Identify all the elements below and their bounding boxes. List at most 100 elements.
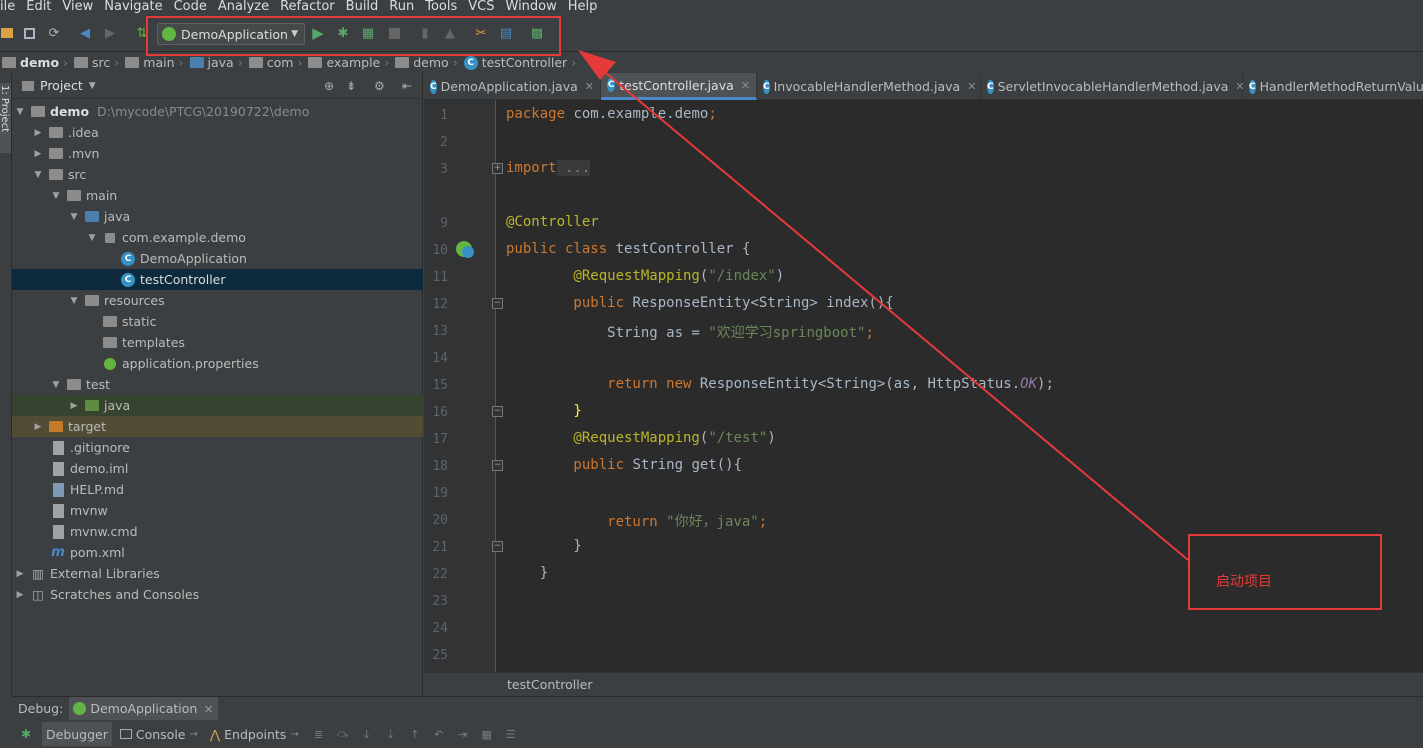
menu-analyze[interactable]: Analyze (213, 0, 275, 14)
tree-item-templates[interactable]: templates (12, 332, 423, 353)
menu-help[interactable]: Help (563, 0, 604, 14)
tree-item-scratches[interactable]: ▶ ◫ Scratches and Consoles (12, 584, 423, 605)
drop-frame-icon[interactable]: ↶ (432, 727, 446, 741)
tree-item-src[interactable]: ▼ src (12, 164, 423, 185)
close-icon[interactable]: ✕ (585, 80, 594, 93)
force-step-into-icon[interactable]: ⇣ (384, 727, 398, 741)
tree-item-pom-xml[interactable]: m pom.xml (12, 542, 423, 563)
project-view-select[interactable]: Project (40, 78, 83, 93)
close-icon[interactable]: × (203, 701, 213, 716)
forward-arrow-icon[interactable]: ▶ (101, 24, 119, 42)
tree-item-testcontroller[interactable]: C testController (12, 269, 423, 290)
tab-handlermethodreturnvalue[interactable]: C HandlerMethodReturnValu (1243, 73, 1423, 100)
show-execution-point-icon[interactable]: ≣ (312, 727, 326, 741)
fold-collapse-icon[interactable]: − (492, 298, 503, 309)
tree-item-application-properties[interactable]: application.properties (12, 353, 423, 374)
menu-view[interactable]: View (57, 0, 99, 14)
tree-item-main[interactable]: ▼ main (12, 185, 423, 206)
class-icon: C (463, 55, 478, 70)
menu-window[interactable]: Window (501, 0, 563, 14)
editor-crumb[interactable]: testController (507, 677, 593, 692)
breadcrumb-testcontroller[interactable]: CtestController › (463, 55, 576, 70)
back-arrow-icon[interactable]: ◀ (76, 24, 94, 42)
step-over-icon[interactable]: ⤼ (336, 727, 350, 741)
editor-tabs: C DemoApplication.java ✕ C testControlle… (424, 73, 1423, 100)
tab-endpoints[interactable]: ⋀ Endpoints → (206, 722, 303, 746)
project-tool-tab[interactable]: 1: Project (0, 83, 11, 153)
collapse-all-icon[interactable]: ⇟ (346, 79, 356, 93)
file-icon (50, 524, 66, 539)
fold-collapse-icon[interactable]: − (492, 541, 503, 552)
editor-breadcrumb-bar: testController (424, 672, 1423, 696)
chevron-down-icon[interactable]: ▼ (89, 81, 96, 91)
gear-icon[interactable]: ⚙ (374, 79, 385, 93)
tree-item-target[interactable]: ▶ target (12, 416, 423, 437)
tree-item-demoapplication[interactable]: C DemoApplication (12, 248, 423, 269)
line-number: 1 (440, 108, 448, 123)
tree-item-external-libraries[interactable]: ▶ ▥ External Libraries (12, 563, 423, 584)
menu-build[interactable]: Build (341, 0, 385, 14)
debug-bug-icon[interactable]: ✱ (18, 726, 34, 742)
tree-item-package[interactable]: ▼ com.example.demo (12, 227, 423, 248)
close-icon[interactable]: ✕ (967, 80, 976, 93)
tree-item-static[interactable]: static (12, 311, 423, 332)
menu-edit[interactable]: Edit (21, 0, 57, 14)
tree-item-help-md[interactable]: HELP.md (12, 479, 423, 500)
tab-debugger[interactable]: Debugger (42, 722, 112, 746)
fold-expand-icon[interactable]: + (492, 163, 503, 174)
evaluate-icon[interactable]: ▦ (480, 727, 494, 741)
open-folder-icon[interactable] (0, 24, 16, 42)
save-icon[interactable] (20, 24, 38, 42)
breadcrumb-java[interactable]: java › (189, 55, 243, 70)
menu-vcs[interactable]: VCS (463, 0, 500, 14)
run-to-cursor-icon[interactable]: ⇥ (456, 727, 470, 741)
breadcrumb-main[interactable]: main › (125, 55, 184, 70)
menu-refactor[interactable]: Refactor (275, 0, 341, 14)
tree-item-mvn[interactable]: ▶ .mvn (12, 143, 423, 164)
code-line-10: public class testController { (506, 241, 751, 257)
line-number: 14 (432, 351, 448, 366)
debug-session-tab[interactable]: DemoApplication × (69, 696, 218, 721)
spring-boot-icon (73, 702, 87, 715)
menu-file[interactable]: ile (0, 0, 21, 14)
tab-invocablehandlermethod[interactable]: C InvocableHandlerMethod.java ✕ (757, 73, 981, 100)
fold-collapse-icon[interactable]: − (492, 406, 503, 417)
breadcrumb-com[interactable]: com › (248, 55, 302, 70)
tab-testcontroller[interactable]: C testController.java ✕ (601, 73, 757, 100)
folder-icon (66, 378, 82, 392)
tab-demoapplication[interactable]: C DemoApplication.java ✕ (424, 73, 601, 100)
tree-item-test-java[interactable]: ▶ java (12, 395, 423, 416)
tab-servletinvocablehandlermethod[interactable]: C ServletInvocableHandlerMethod.java ✕ (981, 73, 1245, 100)
tab-console[interactable]: Console → (116, 722, 202, 746)
menu-tools[interactable]: Tools (420, 0, 463, 14)
tree-item-resources[interactable]: ▼ resources (12, 290, 423, 311)
tree-item-mvnw[interactable]: mvnw (12, 500, 423, 521)
tree-item-idea[interactable]: ▶ .idea (12, 122, 423, 143)
breadcrumb-demo[interactable]: demo › (2, 55, 68, 70)
tree-item-demo-iml[interactable]: demo.iml (12, 458, 423, 479)
fold-collapse-icon[interactable]: − (492, 460, 503, 471)
menu-navigate[interactable]: Navigate (99, 0, 168, 14)
sync-icon[interactable]: ⟳ (45, 24, 63, 42)
folder-icon (102, 336, 118, 350)
close-icon[interactable]: ✕ (741, 79, 750, 92)
breadcrumb-demo-pkg[interactable]: demo › (395, 55, 458, 70)
tree-item-java[interactable]: ▼ java (12, 206, 423, 227)
folder-icon (189, 57, 204, 68)
tree-item-mvnw-cmd[interactable]: mvnw.cmd (12, 521, 423, 542)
menu-code[interactable]: Code (169, 0, 213, 14)
menu-run[interactable]: Run (384, 0, 420, 14)
spring-boot-class-icon: C (120, 251, 136, 266)
test-folder-icon (84, 399, 100, 413)
hide-panel-icon[interactable]: ⇤ (402, 79, 412, 93)
locate-icon[interactable]: ⊕ (324, 79, 334, 93)
frames-icon[interactable]: ☰ (504, 727, 518, 741)
breadcrumb-example[interactable]: example › (308, 55, 389, 70)
tree-item-gitignore[interactable]: .gitignore (12, 437, 423, 458)
tree-item-demo[interactable]: ▼ demo D:\mycode\PTCG\20190722\demo (12, 101, 423, 122)
breadcrumb-src[interactable]: src › (74, 55, 119, 70)
step-into-icon[interactable]: ↓ (360, 727, 374, 741)
code-line-15: return new ResponseEntity<String>(as, Ht… (506, 376, 1054, 392)
tree-item-test[interactable]: ▼ test (12, 374, 423, 395)
step-out-icon[interactable]: ↑ (408, 727, 422, 741)
